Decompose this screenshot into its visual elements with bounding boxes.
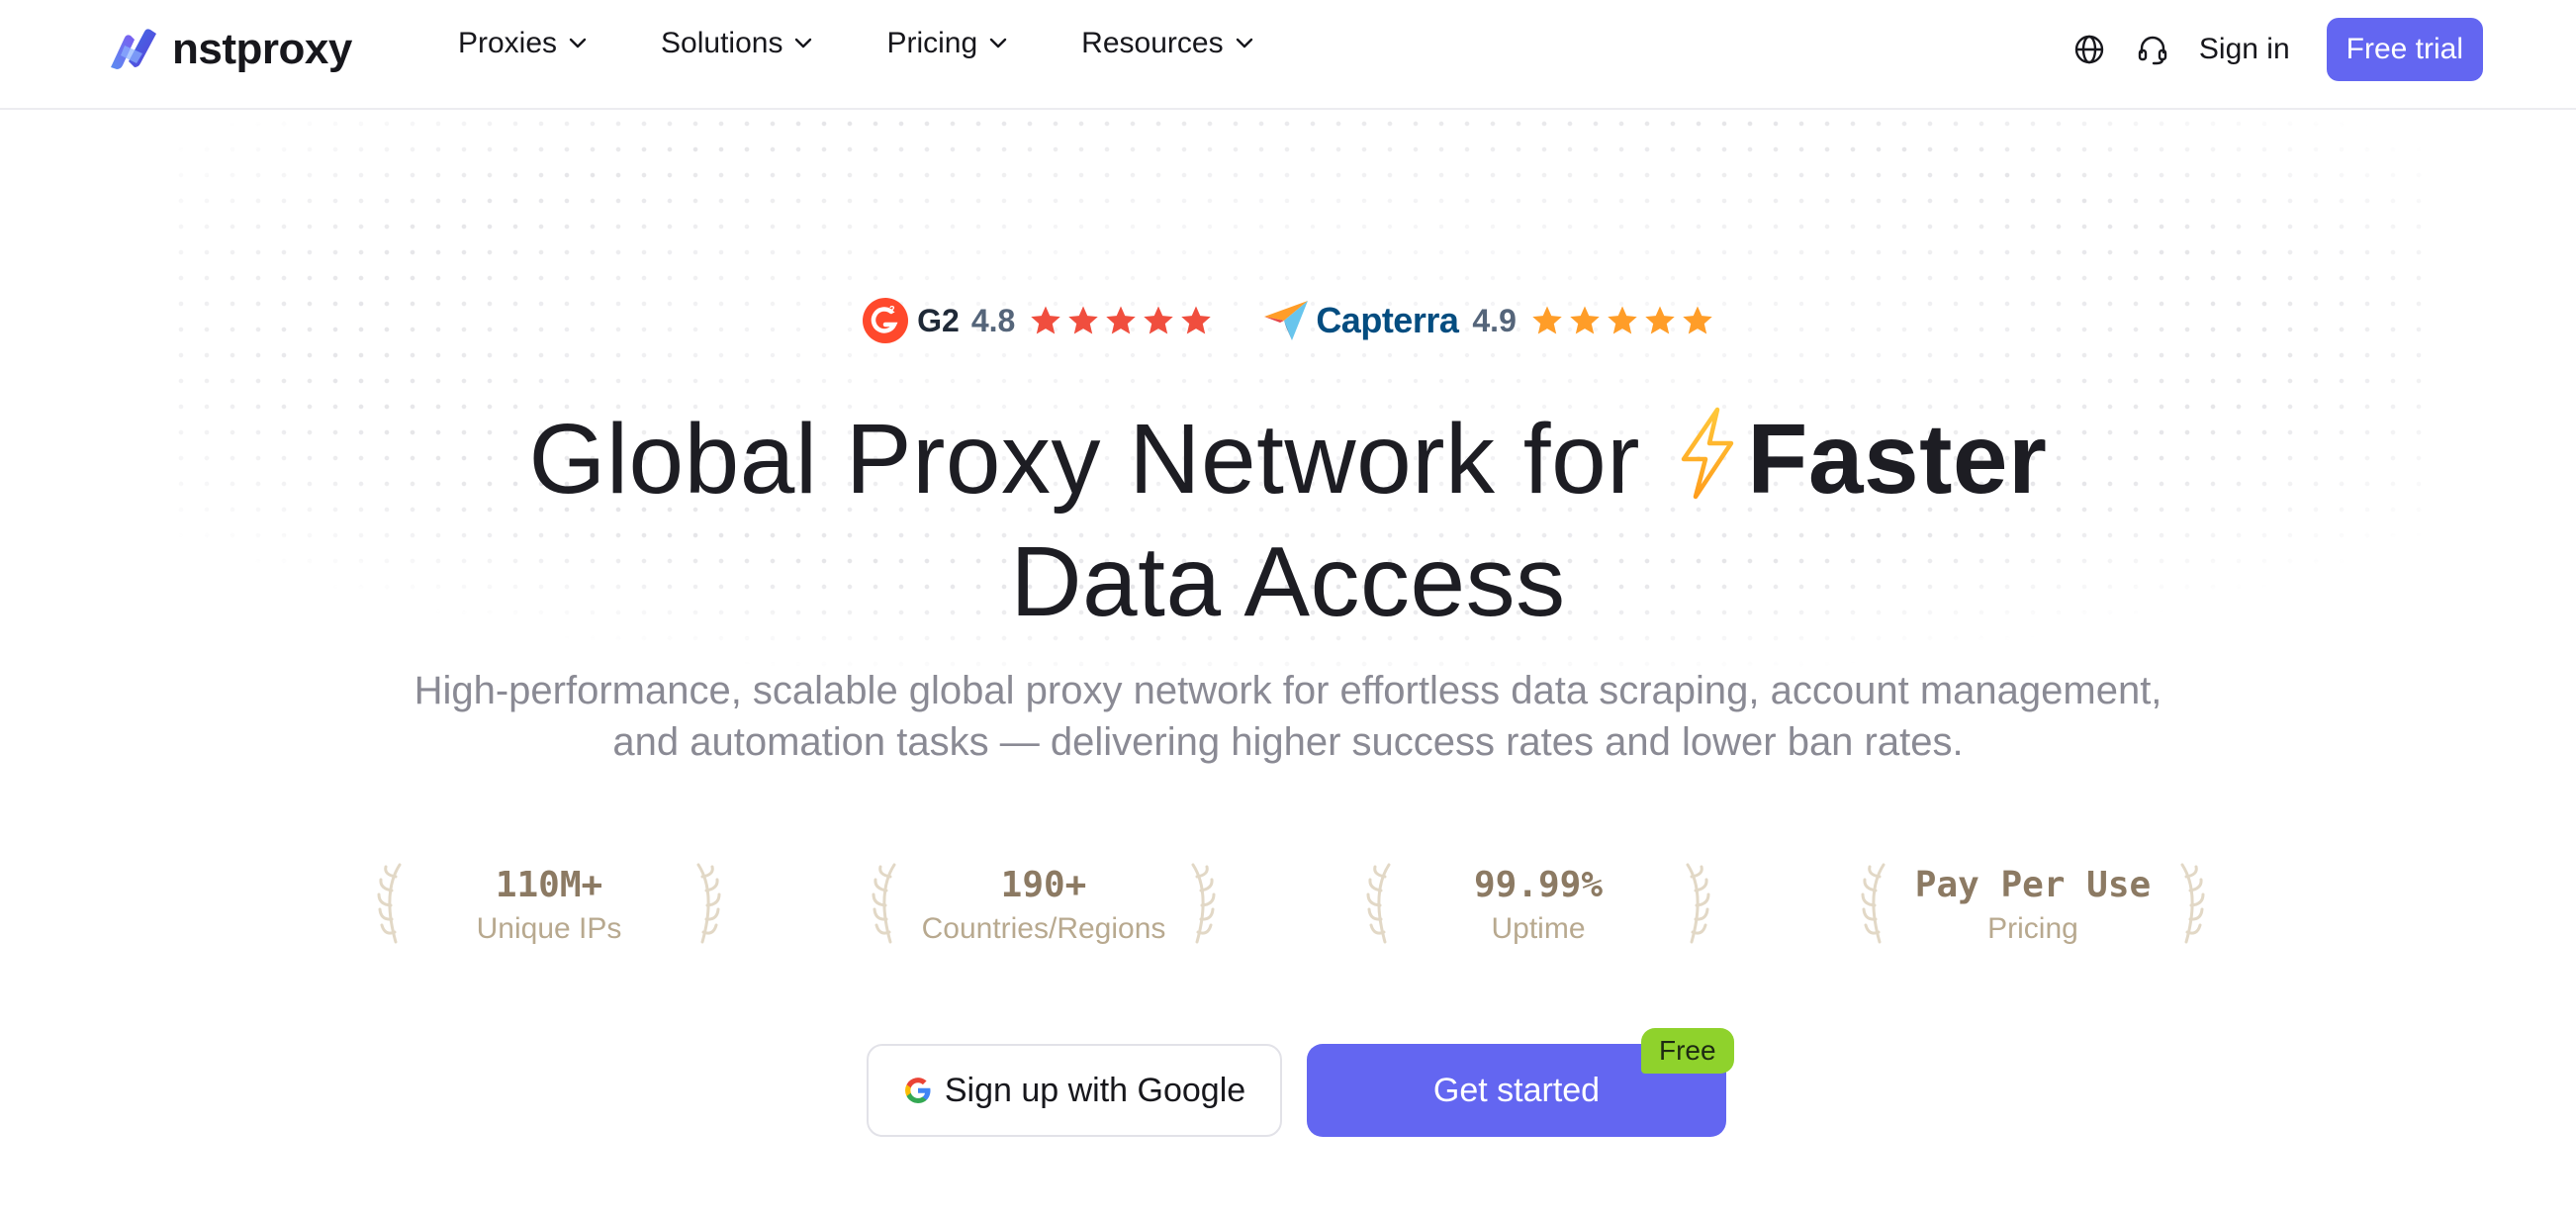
stat-value: 190+ <box>1000 865 1087 905</box>
nav-solutions[interactable]: Solutions <box>661 27 812 60</box>
star-icon <box>1532 306 1562 334</box>
star-icon <box>1683 306 1712 334</box>
ratings-row: 2 G2 4.8 Capterra 4.9 <box>0 297 2576 344</box>
nav-proxies[interactable]: Proxies <box>458 27 587 60</box>
chevron-down-icon <box>1236 38 1252 48</box>
sign-in-link[interactable]: Sign in <box>2199 33 2290 66</box>
star-icon <box>1608 306 1637 334</box>
lightning-icon <box>1682 407 1734 500</box>
capterra-score: 4.9 <box>1472 302 1517 338</box>
capterra-stars <box>1530 304 1714 337</box>
stat-countries: 190+ Countries/Regions <box>871 857 1217 956</box>
stat-label: Uptime <box>1491 912 1586 945</box>
hero-title-line2: Data Access <box>1010 526 1566 637</box>
star-icon <box>1645 306 1675 334</box>
star-icon <box>1570 306 1600 334</box>
header-actions: Sign in Free trial <box>2072 18 2483 81</box>
logo[interactable]: nstproxy <box>107 24 352 75</box>
laurel-icon <box>696 863 721 944</box>
star-icon <box>1031 306 1061 334</box>
nav-pricing[interactable]: Pricing <box>886 27 1007 60</box>
logo-text: nstproxy <box>172 25 352 73</box>
main-nav: Proxies Solutions Pricing Resources <box>458 27 1328 60</box>
laurel-icon <box>1686 863 1710 944</box>
nstproxy-logo-icon <box>111 29 156 69</box>
nav-solutions-label: Solutions <box>661 27 783 59</box>
free-badge: Free <box>1641 1028 1734 1074</box>
chevron-down-icon <box>569 38 587 48</box>
free-trial-button[interactable]: Free trial <box>2326 18 2483 81</box>
nav-proxies-label: Proxies <box>458 27 558 59</box>
hero-title-bold: Faster <box>1747 404 2048 515</box>
capterra-logo-icon <box>1264 301 1309 340</box>
site-header: nstproxy Proxies Solutions Pricing Resou… <box>0 0 2576 110</box>
stat-label: Pricing <box>1987 912 2078 945</box>
nav-resources[interactable]: Resources <box>1081 27 1252 60</box>
chevron-down-icon <box>795 38 812 48</box>
stat-uptime: 99.99% Uptime <box>1365 857 1711 956</box>
capterra-rating[interactable]: Capterra 4.9 <box>1262 297 1714 344</box>
stat-label: Unique IPs <box>476 912 622 945</box>
star-icon <box>1181 306 1212 334</box>
g2-stars <box>1029 304 1213 337</box>
globe-icon[interactable] <box>2072 33 2106 66</box>
chevron-down-icon <box>989 38 1007 48</box>
stat-value: 99.99% <box>1473 865 1604 905</box>
g2-rating[interactable]: 2 G2 4.8 <box>862 297 1213 344</box>
stats-row: 110M+ Unique IPs 190+ Countries/Regions … <box>376 857 2216 956</box>
hero-title: Global Proxy Network for Faster Data Acc… <box>0 398 2576 643</box>
g2-brand: G2 <box>917 302 960 338</box>
stat-label: Countries/Regions <box>921 912 1166 945</box>
sign-up-google-button[interactable]: Sign up with Google <box>867 1044 1282 1137</box>
headset-icon[interactable] <box>2136 33 2169 66</box>
g2-score: 4.8 <box>970 302 1016 338</box>
hero-subtitle: High-performance, scalable global proxy … <box>0 665 2576 768</box>
capterra-brand: Capterra <box>1316 300 1459 340</box>
hero-title-part1: Global Proxy Network for <box>528 404 1669 515</box>
star-icon <box>1068 306 1099 334</box>
star-icon <box>1144 306 1174 334</box>
laurel-icon <box>2180 863 2205 944</box>
sign-up-google-label: Sign up with Google <box>944 1071 1246 1109</box>
hero-subtitle-line1: High-performance, scalable global proxy … <box>414 669 2162 712</box>
svg-text:2: 2 <box>889 305 895 316</box>
google-icon <box>904 1078 931 1103</box>
nav-resources-label: Resources <box>1081 27 1224 59</box>
stat-unique-ips: 110M+ Unique IPs <box>376 857 722 956</box>
star-icon <box>1106 306 1137 334</box>
nav-pricing-label: Pricing <box>886 27 978 59</box>
g2-logo-icon: 2 <box>863 298 909 343</box>
laurel-icon <box>1191 863 1216 944</box>
hero-subtitle-line2: and automation tasks — delivering higher… <box>612 720 1964 764</box>
stat-value: 110M+ <box>495 865 603 905</box>
stat-value: Pay Per Use <box>1914 865 2152 905</box>
stat-pricing: Pay Per Use Pricing <box>1860 857 2206 956</box>
